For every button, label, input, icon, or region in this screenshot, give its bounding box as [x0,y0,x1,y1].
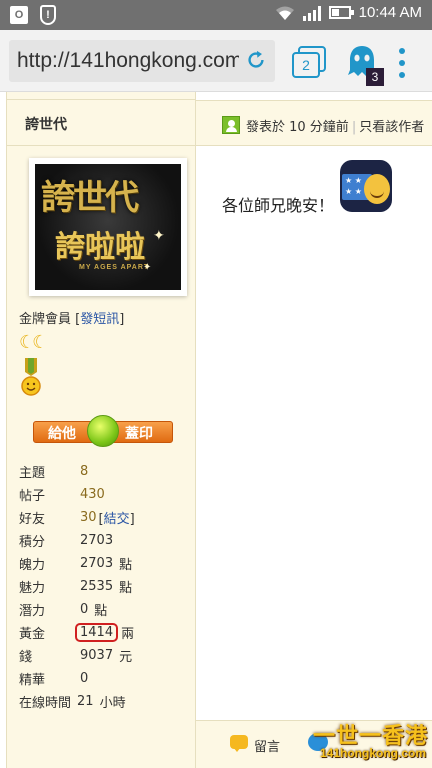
battery-icon [328,6,354,19]
signal-icon [302,5,321,21]
send-message-link[interactable]: 發短訊 [80,312,119,327]
post-header: 發表於 10 分鐘前 | 只看該作者 [196,100,432,146]
comment-button[interactable]: 留言 [254,736,280,755]
browser-toolbar: http://141hongkong.com 2 3 [0,30,432,92]
stat-row-money: 錢 9037 元 [19,648,133,665]
comment-icon[interactable] [230,735,248,752]
add-friend-link[interactable]: 結交 [104,512,130,527]
stamp-ball-icon [87,415,119,447]
author-stats: 主題 8 帖子 430 好友 30 [結交] 積分 2703 魄力 2703 點 [19,460,194,713]
stat-row-online-time: 在線時間 21 小時 [19,694,126,711]
url-text[interactable]: http://141hongkong.com [17,49,239,73]
author-panel: 誇世代 誇世代 誇啦啦 MY AGES APART ✦ ✦ 金牌會員 [發短訊]… [6,92,196,768]
ghostery-badge: 3 [366,68,384,86]
stat-row-potential: 潛力 0 點 [19,602,108,619]
address-bar[interactable]: http://141hongkong.com [9,40,275,82]
tabs-button[interactable]: 2 [290,46,328,80]
online-user-icon [222,116,240,134]
stat-row-points: 積分 2703 [19,533,114,550]
overflow-menu-icon[interactable] [396,48,408,78]
level-moons-icon: ☾☾ [19,332,48,353]
avatar-title-line1: 誇世代 [41,178,139,218]
site-watermark-logo: 一世一香港 141hongkong.com [312,724,428,760]
stat-value-link[interactable]: 430 [80,487,105,502]
stat-row-friends: 好友 30 [結交] [19,510,135,527]
sparkle-icon: ✦ [153,228,165,244]
gold-value-highlighted: 1414 [75,623,119,642]
give-button-left-label: 給他 [48,426,76,442]
author-header: 誇世代 [7,100,195,146]
reload-icon[interactable] [245,49,267,71]
author-name[interactable]: 誇世代 [25,114,67,134]
post-time: 發表於 10 分鐘前 [246,120,349,135]
give-button-right-label: 蓋印 [125,426,153,442]
outlook-icon: O [10,6,28,24]
forum-page: 誇世代 誇世代 誇啦啦 MY AGES APART ✦ ✦ 金牌會員 [發短訊]… [0,92,432,768]
post-panel: 發表於 10 分鐘前|只看該作者 各位師兄晚安！ 留言 [196,92,432,768]
status-bar: O ! 10:44 AM [0,0,432,30]
stat-row-power: 魄力 2703 點 [19,556,133,573]
avatar[interactable]: 誇世代 誇啦啦 MY AGES APART ✦ ✦ [29,158,187,296]
smiley-emoji-icon [340,160,392,212]
rank-label: 金牌會員 [19,312,72,327]
avatar-subtitle: MY AGES APART [79,264,150,271]
avatar-title-line2: 誇啦啦 [55,230,145,265]
post-content: 各位師兄晚安！ [222,196,335,215]
stat-value-link[interactable]: 8 [80,464,88,479]
stat-row-charm: 魅力 2535 點 [19,579,133,596]
give-stamp-button[interactable]: 給他 蓋印 [33,415,173,447]
stat-row-topics: 主題 8 [19,464,89,481]
stat-row-gold: 黃金 1414 兩 [19,623,135,642]
clock: 10:44 AM [358,4,422,21]
tab-count: 2 [292,52,320,78]
medal-icon [21,358,41,396]
stat-row-essence: 精華 0 [19,671,89,688]
shield-alert-icon: ! [40,5,56,25]
wifi-icon [275,6,294,20]
stat-row-posts: 帖子 430 [19,487,105,504]
member-rank: 金牌會員 [發短訊] [19,312,125,327]
author-only-link[interactable]: 只看該作者 [359,120,424,135]
sparkle-icon: ✦ [143,262,152,273]
stat-value-link[interactable]: 30 [80,510,97,525]
